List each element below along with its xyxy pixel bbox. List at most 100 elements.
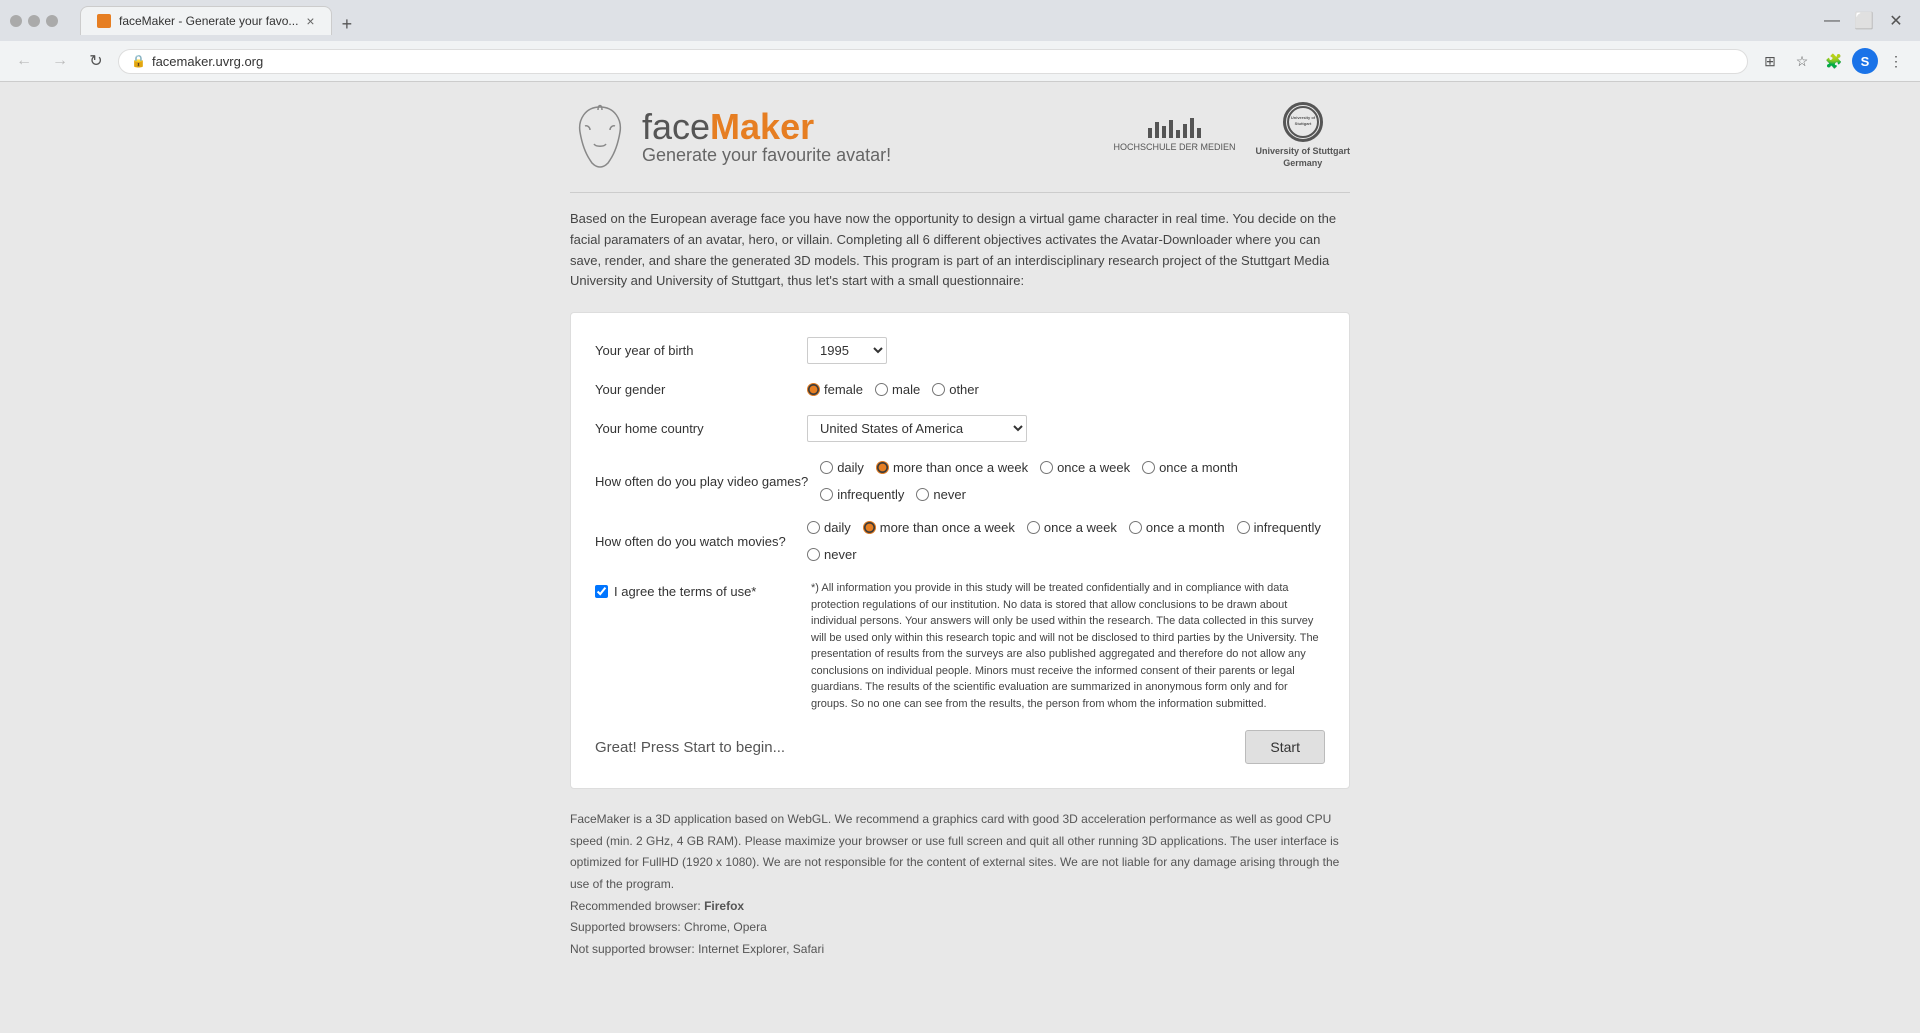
window-close-btn[interactable]: ✕ bbox=[1882, 7, 1910, 35]
extensions-icon[interactable]: ⊞ bbox=[1756, 47, 1784, 75]
gender-radio-male[interactable] bbox=[875, 383, 888, 396]
movies-radio-daily[interactable] bbox=[807, 521, 820, 534]
url-text: facemaker.uvrg.org bbox=[152, 54, 263, 69]
page-header: faceMaker Generate your favourite avatar… bbox=[570, 102, 1350, 172]
window-minimize-btn[interactable]: — bbox=[1818, 7, 1846, 35]
footer-line1: FaceMaker is a 3D application based on W… bbox=[570, 809, 1350, 895]
footer-recommended: Recommended browser: Firefox bbox=[570, 896, 1350, 918]
movies-radio-once_month[interactable] bbox=[1129, 521, 1142, 534]
active-tab[interactable]: faceMaker - Generate your favo... × bbox=[80, 6, 332, 35]
hdm-bar-4 bbox=[1169, 120, 1173, 138]
movies-radio-infrequently[interactable] bbox=[1237, 521, 1250, 534]
tab-title: faceMaker - Generate your favo... bbox=[119, 14, 298, 28]
lock-icon: 🔒 bbox=[131, 54, 146, 68]
terms-checkbox[interactable] bbox=[595, 585, 608, 598]
window-restore-btn[interactable]: ⬜ bbox=[1850, 7, 1878, 35]
hdm-bars bbox=[1148, 118, 1201, 138]
country-select[interactable]: United States of AmericaGermanyFranceUni… bbox=[807, 415, 1027, 442]
video-games-radio-more_than_once_week[interactable] bbox=[876, 461, 889, 474]
puzzle-icon[interactable]: 🧩 bbox=[1820, 47, 1848, 75]
browser-chrome: faceMaker - Generate your favo... × + — … bbox=[0, 0, 1920, 82]
home-country-label: Your home country bbox=[595, 421, 795, 436]
video-games-row: How often do you play video games? daily… bbox=[595, 460, 1325, 502]
movies-option-once_week[interactable]: once a week bbox=[1027, 520, 1117, 535]
address-bar-row: ← → ↻ 🔒 facemaker.uvrg.org ⊞ ☆ 🧩 S ⋮ bbox=[0, 41, 1920, 81]
svg-text:Stuttgart: Stuttgart bbox=[1294, 121, 1311, 126]
page-content: faceMaker Generate your favourite avatar… bbox=[0, 82, 1920, 980]
gender-row: Your gender femalemaleother bbox=[595, 382, 1325, 397]
gender-option-male[interactable]: male bbox=[875, 382, 920, 397]
year-select[interactable]: 1920192519301935194019451950195519601965… bbox=[807, 337, 887, 364]
window-maximize[interactable] bbox=[28, 15, 40, 27]
country-control-area: United States of AmericaGermanyFranceUni… bbox=[807, 415, 1325, 442]
form-card: Your year of birth 192019251930193519401… bbox=[570, 312, 1350, 789]
header-logos: HOCHSCHULE DER MEDIEN University of Stut… bbox=[1113, 102, 1350, 169]
logo-subtitle: Generate your favourite avatar! bbox=[642, 145, 891, 166]
hdm-bar-7 bbox=[1190, 118, 1194, 138]
bottom-info: FaceMaker is a 3D application based on W… bbox=[570, 809, 1350, 960]
movies-option-once_month[interactable]: once a month bbox=[1129, 520, 1225, 535]
hdm-bar-2 bbox=[1155, 122, 1159, 138]
window-close[interactable] bbox=[46, 15, 58, 27]
forward-button[interactable]: → bbox=[46, 47, 74, 75]
terms-row: I agree the terms of use* *) All informa… bbox=[595, 580, 1325, 712]
movies-row: How often do you watch movies? daily more… bbox=[595, 520, 1325, 562]
form-footer: Great! Press Start to begin... Start bbox=[595, 730, 1325, 764]
video-games-radio-never[interactable] bbox=[916, 488, 929, 501]
terms-text: *) All information you provide in this s… bbox=[811, 580, 1325, 712]
terms-left: I agree the terms of use* bbox=[595, 580, 795, 599]
hdm-logo: HOCHSCHULE DER MEDIEN bbox=[1113, 118, 1235, 154]
user-avatar[interactable]: S bbox=[1852, 48, 1878, 74]
movies-radio-more_than_once_week[interactable] bbox=[863, 521, 876, 534]
footer-supported: Supported browsers: Chrome, Opera bbox=[570, 917, 1350, 939]
gender-option-female[interactable]: female bbox=[807, 382, 863, 397]
browser-titlebar: faceMaker - Generate your favo... × + — … bbox=[0, 0, 1920, 41]
video-games-option-never[interactable]: never bbox=[916, 487, 966, 502]
movies-radio-once_week[interactable] bbox=[1027, 521, 1040, 534]
video-games-option-once_week[interactable]: once a week bbox=[1040, 460, 1130, 475]
bookmark-icon[interactable]: ☆ bbox=[1788, 47, 1816, 75]
movies-option-more_than_once_week[interactable]: more than once a week bbox=[863, 520, 1015, 535]
video-games-radio-once_week[interactable] bbox=[1040, 461, 1053, 474]
movies-radio-group: daily more than once a week once a week onc… bbox=[807, 520, 1325, 562]
back-button[interactable]: ← bbox=[10, 47, 38, 75]
logo-text: faceMaker Generate your favourite avatar… bbox=[642, 109, 891, 166]
hdm-bar-3 bbox=[1162, 126, 1166, 138]
year-control-area: 1920192519301935194019451950195519601965… bbox=[807, 337, 1325, 364]
tab-bar: faceMaker - Generate your favo... × + bbox=[70, 6, 370, 35]
video-games-option-infrequently[interactable]: infrequently bbox=[820, 487, 904, 502]
movies-option-never[interactable]: never bbox=[807, 547, 857, 562]
tab-favicon bbox=[97, 14, 111, 28]
gender-radio-group: female male other bbox=[807, 382, 979, 397]
gender-option-other[interactable]: other bbox=[932, 382, 979, 397]
movies-option-infrequently[interactable]: infrequently bbox=[1237, 520, 1321, 535]
video-games-radio-daily[interactable] bbox=[820, 461, 833, 474]
window-controls bbox=[10, 15, 58, 27]
video-games-option-more_than_once_week[interactable]: more than once a week bbox=[876, 460, 1028, 475]
address-bar[interactable]: 🔒 facemaker.uvrg.org bbox=[118, 49, 1748, 74]
movies-label: How often do you watch movies? bbox=[595, 534, 795, 549]
intro-text: Based on the European average face you h… bbox=[570, 209, 1350, 292]
start-button[interactable]: Start bbox=[1245, 730, 1325, 764]
window-minimize[interactable] bbox=[10, 15, 22, 27]
hdm-bar-6 bbox=[1183, 124, 1187, 138]
video-games-option-once_month[interactable]: once a month bbox=[1142, 460, 1238, 475]
gender-radio-female[interactable] bbox=[807, 383, 820, 396]
tab-close-button[interactable]: × bbox=[306, 13, 314, 29]
uni-circle-icon: University of Stuttgart bbox=[1283, 102, 1323, 142]
terms-label[interactable]: I agree the terms of use* bbox=[614, 584, 756, 599]
video-games-radio-infrequently[interactable] bbox=[820, 488, 833, 501]
movies-option-daily[interactable]: daily bbox=[807, 520, 851, 535]
video-games-option-daily[interactable]: daily bbox=[820, 460, 864, 475]
video-games-control-area: daily more than once a week once a week onc… bbox=[820, 460, 1325, 502]
menu-icon[interactable]: ⋮ bbox=[1882, 47, 1910, 75]
movies-radio-never[interactable] bbox=[807, 548, 820, 561]
new-tab-button[interactable]: + bbox=[334, 14, 361, 35]
video-games-radio-once_month[interactable] bbox=[1142, 461, 1155, 474]
video-games-radio-group: daily more than once a week once a week onc… bbox=[820, 460, 1325, 502]
reload-button[interactable]: ↻ bbox=[82, 47, 110, 75]
header-divider bbox=[570, 192, 1350, 193]
hdm-bar-5 bbox=[1176, 130, 1180, 138]
gender-radio-other[interactable] bbox=[932, 383, 945, 396]
movies-control-area: daily more than once a week once a week onc… bbox=[807, 520, 1325, 562]
